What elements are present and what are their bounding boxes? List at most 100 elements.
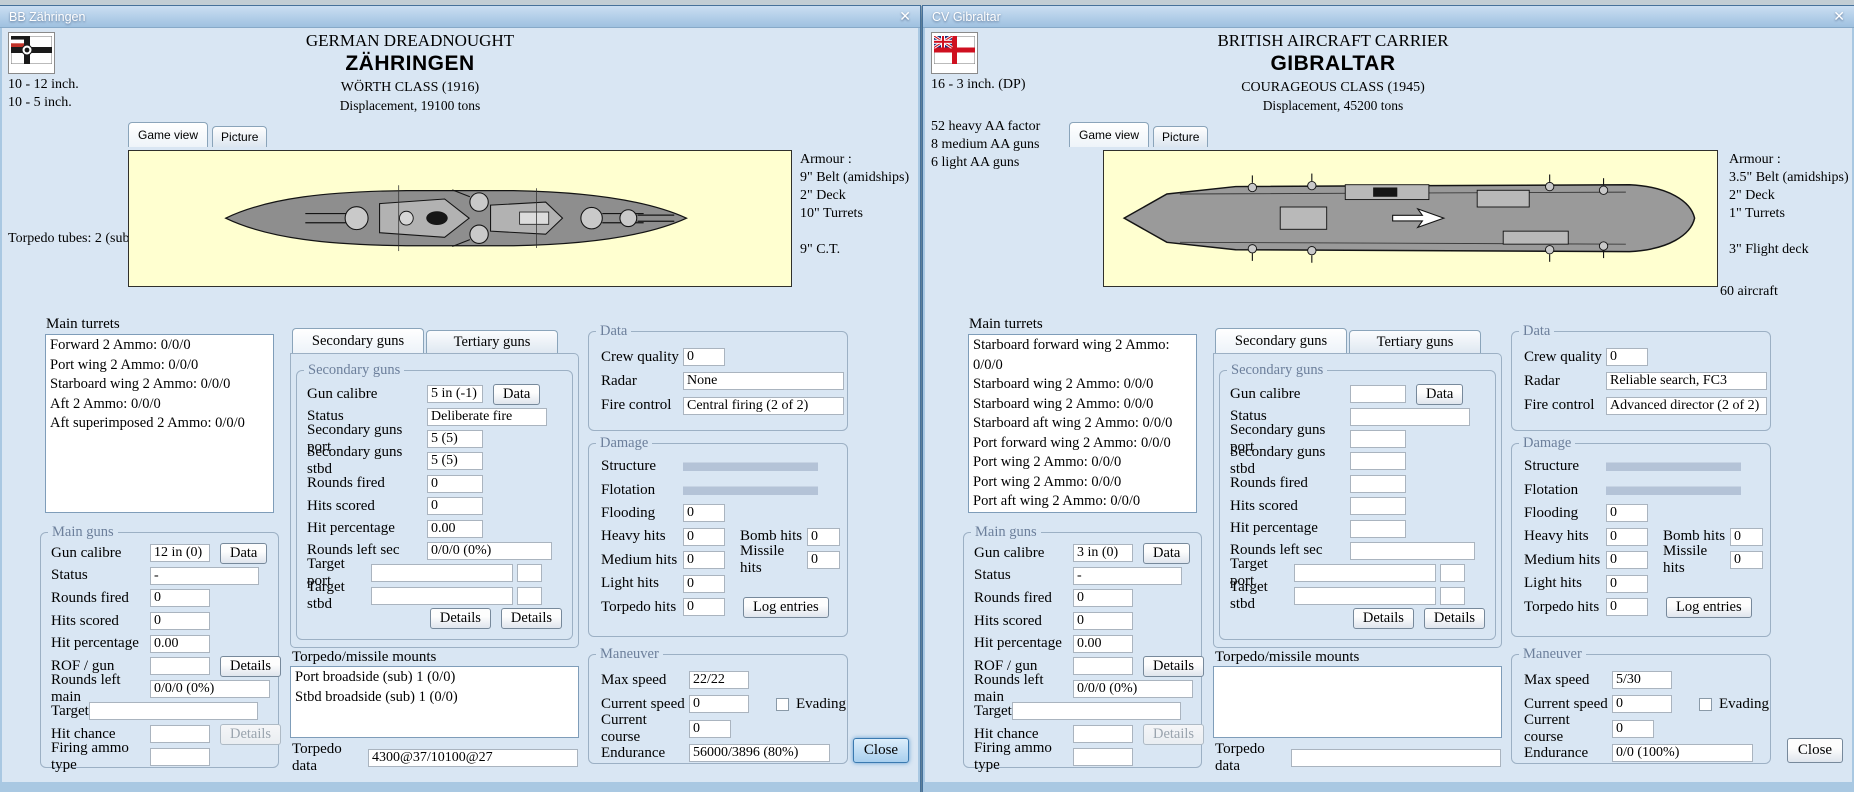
sec-hits-scored-field[interactable] bbox=[1350, 497, 1406, 515]
flooding-field[interactable]: 0 bbox=[683, 504, 725, 522]
sec-guns-stbd-field[interactable]: 5 (5) bbox=[427, 452, 483, 470]
main-hit-percentage-field[interactable]: 0.00 bbox=[1073, 635, 1133, 653]
main-firing-ammo-field[interactable] bbox=[150, 748, 210, 766]
main-rof-details-button[interactable]: Details bbox=[220, 656, 281, 677]
sec-hits-scored-field[interactable]: 0 bbox=[427, 497, 483, 515]
sec-rounds-fired-field[interactable] bbox=[1350, 475, 1406, 493]
sec-hit-percentage-field[interactable] bbox=[1350, 520, 1406, 538]
torpedo-mounts-list[interactable]: Port broadside (sub) 1 (0/0) Stbd broads… bbox=[290, 666, 579, 738]
sec-data-button[interactable]: Data bbox=[493, 384, 540, 405]
sec-target-port-field[interactable] bbox=[371, 564, 513, 582]
light-hits-field[interactable]: 0 bbox=[683, 575, 725, 593]
turret-list-item[interactable]: Starboard aft wing 2 Ammo: 0/0/0 bbox=[973, 414, 1194, 434]
main-status-field[interactable]: - bbox=[1073, 567, 1182, 585]
bomb-hits-field[interactable]: 0 bbox=[1730, 528, 1763, 546]
sec-status-field[interactable] bbox=[1350, 408, 1470, 426]
main-hit-percentage-field[interactable]: 0.00 bbox=[150, 635, 210, 653]
torpedo-data-field[interactable] bbox=[1291, 749, 1501, 767]
close-icon[interactable]: ✕ bbox=[1833, 8, 1845, 25]
turret-list-item[interactable]: Port aft wing 2 Ammo: 0/0/0 bbox=[973, 492, 1194, 512]
crew-quality-field[interactable]: 0 bbox=[683, 348, 725, 366]
turret-list-item[interactable]: Port wing 2 Ammo: 0/0/0 bbox=[50, 356, 271, 376]
current-course-field[interactable]: 0 bbox=[689, 720, 731, 738]
main-target-field[interactable] bbox=[1012, 702, 1181, 720]
main-rof-field[interactable] bbox=[1073, 657, 1133, 675]
sec-target-port-aux-field[interactable] bbox=[1440, 564, 1465, 582]
turret-list-item[interactable]: Starboard wing 2 Ammo: 0/0/0 bbox=[50, 375, 271, 395]
current-course-field[interactable]: 0 bbox=[1612, 720, 1654, 738]
close-button[interactable]: Close bbox=[853, 738, 909, 763]
sec-stbd-details-button[interactable]: Details bbox=[501, 608, 562, 629]
sec-rounds-left-field[interactable]: 0/0/0 (0%) bbox=[427, 542, 552, 560]
tab-picture[interactable]: Picture bbox=[212, 126, 267, 147]
sec-guns-stbd-field[interactable] bbox=[1350, 452, 1406, 470]
titlebar[interactable]: BB Zähringen ✕ bbox=[0, 6, 920, 28]
sec-target-stbd-field[interactable] bbox=[1294, 587, 1436, 605]
main-rounds-left-field[interactable]: 0/0/0 (0%) bbox=[1073, 680, 1193, 698]
tab-game-view[interactable]: Game view bbox=[128, 122, 208, 147]
log-entries-button[interactable]: Log entries bbox=[1666, 597, 1752, 618]
turret-list-item[interactable]: Port forward wing 2 Ammo: 0/0/0 bbox=[973, 434, 1194, 454]
torpedo-mount-item[interactable]: Port broadside (sub) 1 (0/0) bbox=[295, 668, 576, 688]
main-firing-ammo-field[interactable] bbox=[1073, 748, 1133, 766]
turret-list-item[interactable]: Starboard forward wing 2 Ammo: 0/0/0 bbox=[973, 336, 1194, 375]
tab-secondary-guns[interactable]: Secondary guns bbox=[1215, 328, 1347, 353]
sec-port-details-button[interactable]: Details bbox=[430, 608, 491, 629]
close-button[interactable]: Close bbox=[1787, 738, 1843, 763]
sec-guns-port-field[interactable] bbox=[1350, 430, 1406, 448]
sec-rounds-fired-field[interactable]: 0 bbox=[427, 475, 483, 493]
main-turrets-list[interactable]: Forward 2 Ammo: 0/0/0 Port wing 2 Ammo: … bbox=[45, 334, 274, 513]
turret-list-item[interactable]: Aft 2 Ammo: 0/0/0 bbox=[50, 395, 271, 415]
sec-status-field[interactable]: Deliberate fire bbox=[427, 408, 547, 426]
tab-secondary-guns[interactable]: Secondary guns bbox=[292, 328, 424, 353]
flooding-field[interactable]: 0 bbox=[1606, 504, 1648, 522]
sec-target-port-aux-field[interactable] bbox=[517, 564, 542, 582]
main-gun-calibre-field[interactable]: 12 in (0) bbox=[150, 544, 210, 562]
sec-port-details-button[interactable]: Details bbox=[1353, 608, 1414, 629]
titlebar[interactable]: CV Gibraltar ✕ bbox=[923, 6, 1854, 28]
fire-control-field[interactable]: Advanced director (2 of 2) bbox=[1606, 397, 1767, 415]
main-status-field[interactable]: - bbox=[150, 567, 259, 585]
main-gun-calibre-field[interactable]: 3 in (0) bbox=[1073, 544, 1133, 562]
evading-checkbox[interactable] bbox=[776, 698, 789, 711]
main-rounds-fired-field[interactable]: 0 bbox=[150, 589, 210, 607]
medium-hits-field[interactable]: 0 bbox=[683, 551, 725, 569]
medium-hits-field[interactable]: 0 bbox=[1606, 551, 1648, 569]
main-hit-chance-field[interactable] bbox=[1073, 725, 1133, 743]
turret-list-item[interactable]: Aft superimposed 2 Ammo: 0/0/0 bbox=[50, 414, 271, 434]
turret-list-item[interactable]: Starboard wing 2 Ammo: 0/0/0 bbox=[973, 395, 1194, 415]
crew-quality-field[interactable]: 0 bbox=[1606, 348, 1648, 366]
turret-list-item[interactable]: Port wing 2 Ammo: 0/0/0 bbox=[973, 453, 1194, 473]
sec-rounds-left-field[interactable] bbox=[1350, 542, 1475, 560]
sec-guns-port-field[interactable]: 5 (5) bbox=[427, 430, 483, 448]
main-hit-chance-field[interactable] bbox=[150, 725, 210, 743]
main-hits-scored-field[interactable]: 0 bbox=[1073, 612, 1133, 630]
main-rof-field[interactable] bbox=[150, 657, 210, 675]
heavy-hits-field[interactable]: 0 bbox=[1606, 528, 1648, 546]
log-entries-button[interactable]: Log entries bbox=[743, 597, 829, 618]
main-rounds-left-field[interactable]: 0/0/0 (0%) bbox=[150, 680, 270, 698]
evading-checkbox[interactable] bbox=[1699, 698, 1712, 711]
main-rof-details-button[interactable]: Details bbox=[1143, 656, 1204, 677]
bomb-hits-field[interactable]: 0 bbox=[807, 528, 840, 546]
sec-target-stbd-field[interactable] bbox=[371, 587, 513, 605]
endurance-field[interactable]: 0/0 (100%) bbox=[1612, 744, 1753, 762]
sec-hit-percentage-field[interactable]: 0.00 bbox=[427, 520, 483, 538]
heavy-hits-field[interactable]: 0 bbox=[683, 528, 725, 546]
main-turrets-list[interactable]: Starboard forward wing 2 Ammo: 0/0/0 Sta… bbox=[968, 334, 1197, 513]
sec-gun-calibre-field[interactable]: 5 in (-1) bbox=[427, 385, 483, 403]
max-speed-field[interactable]: 22/22 bbox=[689, 671, 749, 689]
tab-picture[interactable]: Picture bbox=[1153, 126, 1208, 147]
torpedo-mounts-list[interactable] bbox=[1213, 666, 1502, 738]
sec-target-stbd-aux-field[interactable] bbox=[1440, 587, 1465, 605]
tab-tertiary-guns[interactable]: Tertiary guns bbox=[1349, 330, 1481, 353]
torpedo-hits-field[interactable]: 0 bbox=[1606, 598, 1648, 616]
radar-field[interactable]: None bbox=[683, 372, 844, 390]
radar-field[interactable]: Reliable search, FC3 bbox=[1606, 372, 1767, 390]
torpedo-hits-field[interactable]: 0 bbox=[683, 598, 725, 616]
missile-hits-field[interactable]: 0 bbox=[1730, 551, 1763, 569]
light-hits-field[interactable]: 0 bbox=[1606, 575, 1648, 593]
current-speed-field[interactable]: 0 bbox=[689, 695, 749, 713]
sec-gun-calibre-field[interactable] bbox=[1350, 385, 1406, 403]
close-icon[interactable]: ✕ bbox=[899, 8, 911, 25]
